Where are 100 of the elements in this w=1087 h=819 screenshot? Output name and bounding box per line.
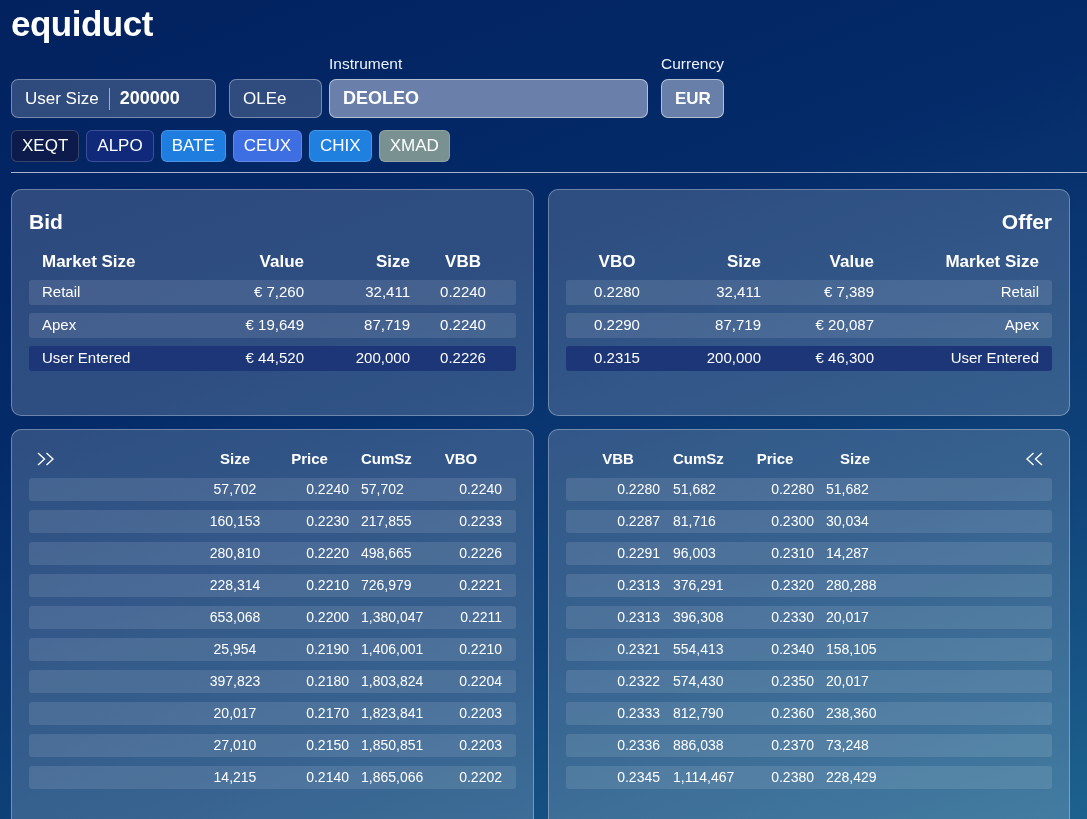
table-cell-text: 73,248 <box>826 736 869 755</box>
table-cell-text: 0.2340 <box>771 640 814 659</box>
table-cell-text: € 46,300 <box>815 348 874 369</box>
table-cell-text: 280,810 <box>209 544 261 563</box>
column-header: VBB <box>445 252 481 272</box>
table-cell-text: 27,010 <box>213 736 257 755</box>
table-cell-text: 87,719 <box>364 315 410 336</box>
column-header: VBB <box>602 449 634 469</box>
column-header: Market Size <box>42 252 136 272</box>
table-cell-text: 726,979 <box>361 576 412 595</box>
instrument-input[interactable]: DEOLEO <box>329 79 648 118</box>
table-cell-text: 1,114,467 <box>673 768 735 787</box>
table-cell-text: 0.2313 <box>617 576 660 595</box>
column-header: VBO <box>444 449 478 469</box>
table-cell-text: 0.2380 <box>771 768 814 787</box>
table-cell-text: 0.2226 <box>459 544 502 563</box>
user-size-field[interactable]: User Size 200000 <box>11 79 216 118</box>
table-cell-text: 0.2280 <box>771 480 814 499</box>
table-cell-text: 1,865,066 <box>361 768 424 787</box>
table-cell-text: 0.2233 <box>459 512 502 531</box>
table-cell-text: 0.2240 <box>459 480 502 499</box>
table-cell-text: 0.2320 <box>771 576 814 595</box>
table-cell-text: 574,430 <box>673 672 724 691</box>
table-cell-text: 1,823,841 <box>361 704 424 723</box>
table-cell-text: 0.2280 <box>617 480 660 499</box>
table-cell-text: 0.2203 <box>459 704 502 723</box>
table-cell-text: 1,406,001 <box>361 640 424 659</box>
table-cell-text: 0.2203 <box>459 736 502 755</box>
venue-button[interactable]: XEQT <box>11 130 80 162</box>
currency-input[interactable]: EUR <box>661 79 724 118</box>
table-cell-text: 25,954 <box>213 640 257 659</box>
table-cell-text: 376,291 <box>673 576 724 595</box>
table-cell-text: 0.2230 <box>306 512 349 531</box>
table-cell-text: Apex <box>42 315 77 336</box>
table-cell-text: 14,215 <box>213 768 257 787</box>
double-chevron-left-icon[interactable] <box>1025 452 1043 466</box>
venue-button[interactable]: CHIX <box>309 130 372 162</box>
table-cell-text: 81,716 <box>673 512 716 531</box>
table-cell-text: 0.2300 <box>771 512 814 531</box>
table-cell-text: 0.2315 <box>594 348 640 369</box>
table-cell-text: € 44,520 <box>245 348 304 369</box>
venue-button[interactable]: BATE <box>160 130 226 162</box>
table-cell-text: 57,702 <box>213 480 257 499</box>
table-cell-text: 0.2170 <box>306 704 349 723</box>
table-cell-text: 0.2220 <box>306 544 349 563</box>
table-cell-text: 0.2287 <box>617 512 660 531</box>
table-cell-text: 158,105 <box>826 640 877 659</box>
table-cell-text: 217,855 <box>361 512 412 531</box>
table-cell-text: € 7,389 <box>823 282 874 303</box>
user-size-input[interactable]: 200000 <box>119 85 202 112</box>
table-cell-text: 0.2226 <box>440 348 486 369</box>
table-cell-text: 0.2321 <box>617 640 660 659</box>
table-cell-text: 0.2280 <box>594 282 640 303</box>
table-cell-text: 87,719 <box>715 315 761 336</box>
table-cell-text: 0.2200 <box>306 608 349 627</box>
column-header: Value <box>829 252 874 272</box>
table-cell-text: 32,411 <box>716 282 761 303</box>
table-cell-text: 812,790 <box>673 704 724 723</box>
column-header: Size <box>375 252 410 272</box>
table-cell-text: 20,017 <box>826 672 869 691</box>
table-cell-text: 200,000 <box>706 348 761 369</box>
column-header: Price <box>291 449 328 469</box>
table-cell-text: 0.2370 <box>771 736 814 755</box>
field-label: Currency <box>661 54 724 74</box>
table-cell-text: € 20,087 <box>815 315 874 336</box>
table-cell-text: 0.2310 <box>771 544 814 563</box>
venue-button[interactable]: XMAD <box>378 130 450 162</box>
column-header: Size <box>840 449 870 469</box>
venue-button[interactable]: ALPO <box>86 130 154 162</box>
table-cell-text: € 19,649 <box>245 315 304 336</box>
table-cell-text: 0.2333 <box>617 704 660 723</box>
table-cell-text: 30,034 <box>826 512 869 531</box>
table-cell-text: 51,682 <box>826 480 869 499</box>
column-header: Size <box>726 252 761 272</box>
table-cell-text: 0.2140 <box>306 768 349 787</box>
table-cell-text: 20,017 <box>213 704 257 723</box>
column-header: Market Size <box>945 252 1039 272</box>
table-cell-text: 554,413 <box>673 640 724 659</box>
table-cell-text: 0.2291 <box>617 544 660 563</box>
table-cell-text: 0.2360 <box>771 704 814 723</box>
table-cell-text: 0.2211 <box>460 608 502 627</box>
table-cell-text: 0.2202 <box>459 768 502 787</box>
table-cell-text: 0.2150 <box>306 736 349 755</box>
table-cell-text: Retail <box>42 282 81 303</box>
venue-button[interactable]: CEUX <box>232 130 303 162</box>
table-cell-text: 0.2180 <box>306 672 349 691</box>
column-header: VBO <box>598 252 636 272</box>
table-cell-text: 200,000 <box>355 348 410 369</box>
table-cell-text: 886,038 <box>673 736 724 755</box>
table-cell-text: 0.2190 <box>306 640 349 659</box>
table-cell-text: 228,314 <box>209 576 261 595</box>
table-cell-text: 160,153 <box>209 512 261 531</box>
table-cell-text: 0.2313 <box>617 608 660 627</box>
double-chevron-right-icon[interactable] <box>37 452 55 466</box>
table-cell-text: 1,850,851 <box>361 736 424 755</box>
brand-logo: equiduct <box>11 4 153 44</box>
panel-title: Bid <box>29 210 63 233</box>
table-cell-text: 0.2350 <box>771 672 814 691</box>
field-label: Instrument <box>329 54 403 74</box>
table-cell-text: 0.2221 <box>459 576 502 595</box>
